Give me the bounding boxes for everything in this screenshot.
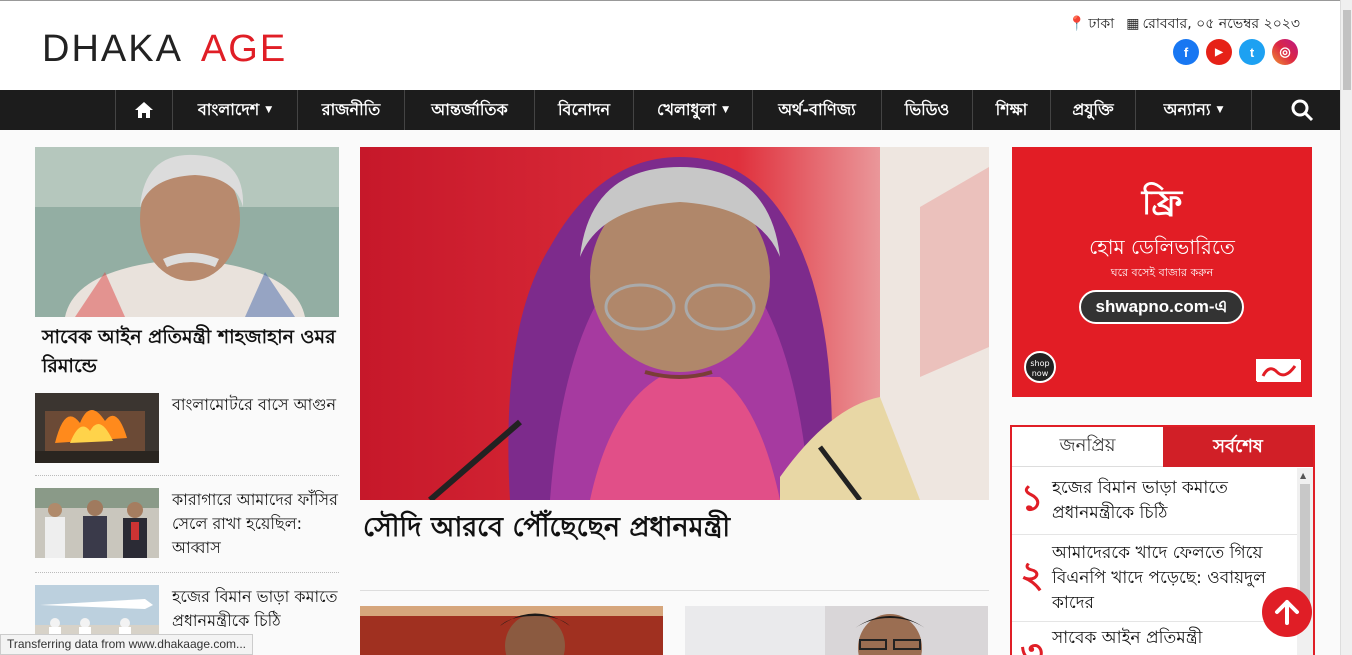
rank-number: ৩ — [1020, 633, 1044, 655]
site-logo[interactable]: DHAKA AGE — [42, 28, 287, 71]
caret-down-icon: ▼ — [265, 105, 273, 115]
nav-technology[interactable]: প্রযুক্তি — [1050, 90, 1135, 130]
hero-title[interactable]: সৌদি আরবে পৌঁছেছেন প্রধানমন্ত্রী — [363, 507, 730, 552]
list-item[interactable]: ৩ সাবেক আইন প্রতিমন্ত্রী — [1012, 622, 1297, 655]
scrollbar-thumb[interactable] — [1343, 10, 1351, 90]
nav-education[interactable]: শিক্ষা — [972, 90, 1050, 130]
scrollbar-thumb[interactable] — [1300, 484, 1310, 604]
search-icon[interactable] — [1290, 98, 1314, 122]
site-header: DHAKA AGE 📍 ঢাকা ▦ রোববার, ০৫ নভেম্বর ২০২৩ … — [0, 0, 1340, 90]
current-date: ▦ রোববার, ০৫ নভেম্বর ২০২৩ — [1126, 16, 1300, 32]
divider — [35, 572, 339, 573]
sub-story-image[interactable] — [360, 606, 663, 655]
nav-politics[interactable]: রাজনীতি — [297, 90, 404, 130]
back-to-top-button[interactable] — [1262, 587, 1312, 637]
crowd-thumbnail — [35, 488, 159, 558]
caret-down-icon: ▼ — [722, 105, 729, 115]
browser-status-bar: Transferring data from www.dhakaage.com.… — [0, 634, 253, 655]
shop-now-badge: shop now — [1024, 351, 1056, 383]
arrow-up-icon — [1275, 600, 1299, 625]
list-item-title: বাংলামোটরে বাসে আগুন — [172, 395, 337, 414]
lead-story-image[interactable] — [35, 147, 339, 317]
lead-story-title[interactable]: সাবেক আইন প্রতিমন্ত্রী শাহজাহান ওমর রিমা… — [42, 323, 342, 381]
calendar-icon: ▦ — [1126, 16, 1140, 32]
social-links: f ▶ t ◎ — [1173, 39, 1298, 65]
ad-headline: ফ্রি — [1141, 183, 1183, 223]
shwapno-logo — [1256, 359, 1301, 382]
ad-tagline: ঘরে বসেই বাজার করুন — [1110, 266, 1214, 279]
header-meta: 📍 ঢাকা ▦ রোববার, ০৫ নভেম্বর ২০২৩ — [1068, 12, 1300, 36]
main-nav: বাংলাদেশ ▼ রাজনীতি আন্তর্জাতিক বিনোদন খেল… — [0, 90, 1349, 130]
list-item[interactable]: ১ হজের বিমান ভাড়া কমাতে প্রধানমন্ত্রীকে… — [1012, 468, 1297, 535]
divider — [360, 590, 989, 591]
list-item-title: সাবেক আইন প্রতিমন্ত্রী — [1052, 628, 1203, 648]
home-icon — [135, 102, 153, 118]
bus-fire-thumbnail — [35, 393, 159, 463]
youtube-icon[interactable]: ▶ — [1206, 39, 1232, 65]
instagram-icon[interactable]: ◎ — [1272, 39, 1298, 65]
nav-international[interactable]: আন্তর্জাতিক — [404, 90, 534, 130]
list-item-title: আমাদেরকে খাদে ফেলতে গিয়ে বিএনপি খাদে পড… — [1052, 542, 1266, 613]
nav-bangladesh[interactable]: বাংলাদেশ ▼ — [172, 90, 297, 130]
facebook-icon[interactable]: f — [1173, 39, 1199, 65]
advertisement[interactable]: ফ্রি হোম ডেলিভারিতে ঘরে বসেই বাজার করুন … — [1012, 147, 1312, 397]
nav-home[interactable] — [115, 90, 172, 130]
list-item[interactable]: কারাগারে আমাদের ফাঁসির সেলে রাখা হয়েছিল… — [35, 488, 339, 560]
sub-story-image[interactable] — [685, 606, 988, 655]
list-item-title: হজের বিমান ভাড়া কমাতে প্রধানমন্ত্রীকে চ… — [1052, 478, 1228, 523]
page-scrollbar[interactable] — [1340, 0, 1352, 655]
ad-cta-button[interactable]: shwapno.com-এ — [1079, 290, 1244, 324]
nav-sports[interactable]: খেলাধুলা ▼ — [633, 90, 752, 130]
map-pin-icon: 📍 — [1067, 16, 1086, 32]
divider — [35, 475, 339, 476]
ad-subline: হোম ডেলিভারিতে — [1089, 235, 1235, 259]
rank-number: ১ — [1020, 478, 1044, 519]
tab-latest[interactable]: সর্বশেষ — [1163, 427, 1313, 467]
nav-items: বাংলাদেশ ▼ রাজনীতি আন্তর্জাতিক বিনোদন খেল… — [115, 90, 1252, 130]
hero-image[interactable] — [360, 147, 989, 500]
location: 📍 ঢাকা — [1067, 16, 1115, 32]
tab-popular[interactable]: জনপ্রিয় — [1012, 427, 1163, 467]
nav-business[interactable]: অর্থ-বাণিজ্য — [752, 90, 881, 130]
nav-entertainment[interactable]: বিনোদন — [534, 90, 633, 130]
nav-video[interactable]: ভিডিও — [881, 90, 972, 130]
list-item[interactable]: বাংলামোটরে বাসে আগুন — [35, 393, 339, 463]
scroll-up-icon[interactable]: ▲ — [1300, 471, 1306, 480]
caret-down-icon: ▼ — [1216, 105, 1224, 115]
nav-others[interactable]: অন্যান্য ▼ — [1135, 90, 1252, 130]
portrait-photo — [35, 147, 339, 317]
list-item[interactable]: ২ আমাদেরকে খাদে ফেলতে গিয়ে বিএনপি খাদে … — [1012, 535, 1297, 622]
list-item-title: কারাগারে আমাদের ফাঁসির সেলে রাখা হয়েছিল… — [172, 490, 338, 557]
rank-number: ২ — [1020, 555, 1044, 596]
twitter-icon[interactable]: t — [1239, 39, 1265, 65]
hero-photo — [360, 147, 989, 500]
